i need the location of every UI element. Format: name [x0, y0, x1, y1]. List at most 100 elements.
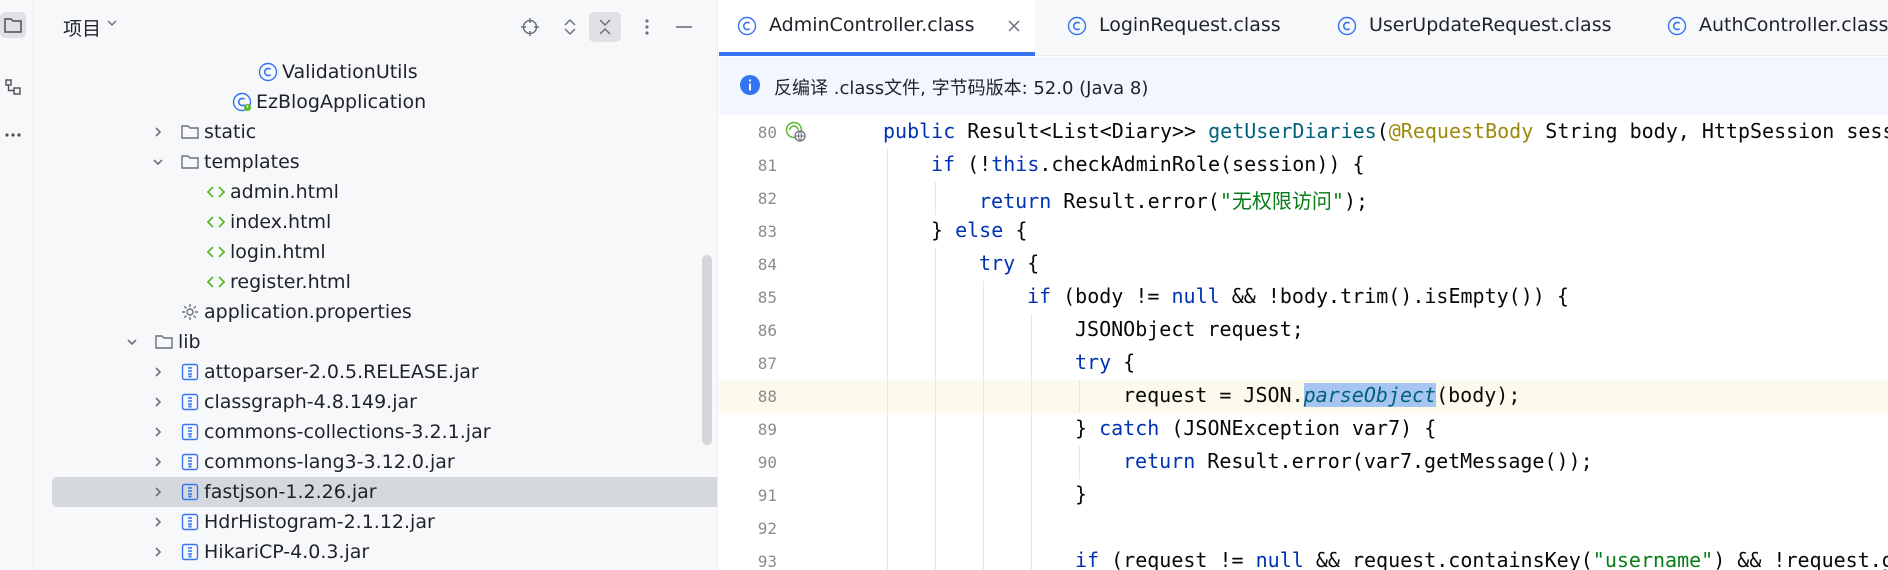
tree-expand-toggle[interactable] — [124, 334, 140, 350]
chevron-right-icon[interactable] — [151, 455, 165, 469]
tree-row[interactable]: lib — [52, 327, 717, 357]
tree-expand-toggle[interactable] — [150, 544, 166, 560]
structure-icon — [5, 79, 21, 95]
code-token: Result.error(var7.getMessage()); — [1207, 449, 1593, 473]
chevron-right-icon[interactable] — [151, 545, 165, 559]
tree-row[interactable]: EzBlogApplication — [52, 87, 717, 117]
tree-row[interactable]: fastjson-1.2.26.jar — [52, 477, 717, 507]
tree-expand-toggle[interactable] — [150, 364, 166, 380]
html-icon — [206, 276, 226, 288]
tree-expand-toggle[interactable] — [150, 394, 166, 410]
code-line[interactable]: 87 try { — [719, 347, 1888, 380]
info-icon — [740, 75, 760, 95]
tree-row[interactable]: commons-collections-3.2.1.jar — [52, 417, 717, 447]
code-line[interactable]: 83} else { — [719, 215, 1888, 248]
tree-scrollbar[interactable] — [702, 255, 712, 445]
code-line[interactable]: 85 if (body != null && !body.trim().isEmp… — [719, 281, 1888, 314]
tree-row[interactable]: admin.html — [52, 177, 717, 207]
editor-tab[interactable]: LoginRequest.class — [1049, 0, 1281, 56]
tree-expand-toggle[interactable] — [150, 154, 166, 170]
code-line[interactable]: 89} catch (JSONException var7) { — [719, 413, 1888, 446]
locate-file-button[interactable] — [514, 12, 546, 42]
editor-tab[interactable]: AuthController.class — [1649, 0, 1888, 56]
tree-row[interactable]: templates — [52, 147, 717, 177]
tree-expand-toggle[interactable] — [150, 454, 166, 470]
code-view[interactable]: 80 public Result<List<Diary>> getUserDiar… — [719, 116, 1888, 570]
tree-row[interactable]: classgraph-4.8.149.jar — [52, 387, 717, 417]
close-tab-icon[interactable] — [1005, 17, 1023, 35]
indent-guide — [1079, 446, 1080, 479]
chevron-right-icon[interactable] — [151, 485, 165, 499]
code-line[interactable]: 80 public Result<List<Diary>> getUserDiar… — [719, 116, 1888, 149]
chevron-right-icon[interactable] — [151, 125, 165, 139]
code-line[interactable]: 91} — [719, 479, 1888, 512]
tree-row[interactable]: register.html — [52, 267, 717, 297]
jar-icon — [181, 543, 199, 561]
tree-row[interactable]: static — [52, 117, 717, 147]
folder-icon — [181, 155, 199, 169]
code-line[interactable]: 93 if (request != null && request.contain… — [719, 545, 1888, 570]
html-icon — [206, 216, 226, 228]
more-tools-button[interactable] — [0, 122, 26, 148]
chevron-down-icon[interactable] — [125, 335, 139, 349]
tree-item-label: HdrHistogram-2.1.12.jar — [204, 511, 435, 533]
editor-tab[interactable]: UserUpdateRequest.class — [1319, 0, 1612, 56]
indent-guide — [983, 512, 984, 545]
indent-guide — [935, 380, 936, 413]
chevron-right-icon[interactable] — [151, 395, 165, 409]
chevron-right-icon[interactable] — [151, 425, 165, 439]
chevron-down-icon[interactable] — [105, 16, 119, 30]
collapse-all-button[interactable] — [589, 12, 621, 42]
options-button[interactable] — [631, 12, 663, 42]
indent-guide — [887, 182, 888, 215]
project-tool-button[interactable] — [0, 12, 26, 38]
endpoint-icon[interactable] — [785, 121, 807, 143]
tree-item-label: attoparser-2.0.5.RELEASE.jar — [204, 361, 479, 383]
folder-icon — [155, 335, 173, 349]
tree-expand-toggle[interactable] — [150, 484, 166, 500]
code-line[interactable]: 81 if (!this.checkAdminRole(session)) { — [719, 149, 1888, 182]
indent-guide — [887, 413, 888, 446]
code-token: public — [883, 119, 968, 143]
structure-tool-button[interactable] — [0, 74, 26, 100]
indent-guide — [935, 446, 936, 479]
tree-row[interactable]: commons-lang3-3.12.0.jar — [52, 447, 717, 477]
expand-all-button[interactable] — [554, 12, 586, 42]
jar-icon — [181, 483, 199, 501]
tree-row[interactable]: HikariCP-4.0.3.jar — [52, 537, 717, 567]
indent-guide — [983, 380, 984, 413]
code-line[interactable]: 88 request = JSON.parseObject(body); — [719, 380, 1888, 413]
tree-expand-toggle[interactable] — [150, 124, 166, 140]
editor-tab[interactable]: AdminController.class — [719, 0, 1035, 56]
hide-panel-button[interactable] — [668, 12, 700, 42]
jar-icon — [181, 393, 199, 411]
project-panel-title[interactable]: 项目 — [63, 14, 101, 41]
chevron-right-icon[interactable] — [151, 515, 165, 529]
code-line[interactable]: 84 try { — [719, 248, 1888, 281]
tree-item-label: fastjson-1.2.26.jar — [204, 481, 377, 503]
tree-row[interactable]: HdrHistogram-2.1.12.jar — [52, 507, 717, 537]
class-icon — [1067, 16, 1087, 36]
code-text: try { — [979, 251, 1039, 275]
tree-row[interactable]: login.html — [52, 237, 717, 267]
tree-expand-toggle[interactable] — [150, 424, 166, 440]
code-line[interactable]: 90 return Result.error(var7.getMessage())… — [719, 446, 1888, 479]
line-number: 89 — [757, 420, 777, 439]
tree-row[interactable]: index.html — [52, 207, 717, 237]
indent-guide — [887, 215, 888, 248]
tree-row[interactable]: attoparser-2.0.5.RELEASE.jar — [52, 357, 717, 387]
tree-expand-toggle[interactable] — [150, 514, 166, 530]
tree-item-icon — [180, 392, 200, 412]
chevron-right-icon[interactable] — [151, 365, 165, 379]
tree-row[interactable]: application.properties — [52, 297, 717, 327]
code-token: catch — [1099, 416, 1172, 440]
kebab-icon — [645, 19, 649, 35]
code-line[interactable]: 82 return Result.error("无权限访问"); — [719, 182, 1888, 215]
code-line[interactable]: 86 JSONObject request; — [719, 314, 1888, 347]
indent-guide — [935, 545, 936, 570]
chevron-down-icon[interactable] — [151, 155, 165, 169]
code-line[interactable]: 92 — [719, 512, 1888, 545]
tree-row[interactable]: ValidationUtils — [52, 57, 717, 87]
tree-item-label: application.properties — [204, 301, 412, 323]
project-tree: ValidationUtils EzBlogApplication static te… — [35, 57, 717, 570]
